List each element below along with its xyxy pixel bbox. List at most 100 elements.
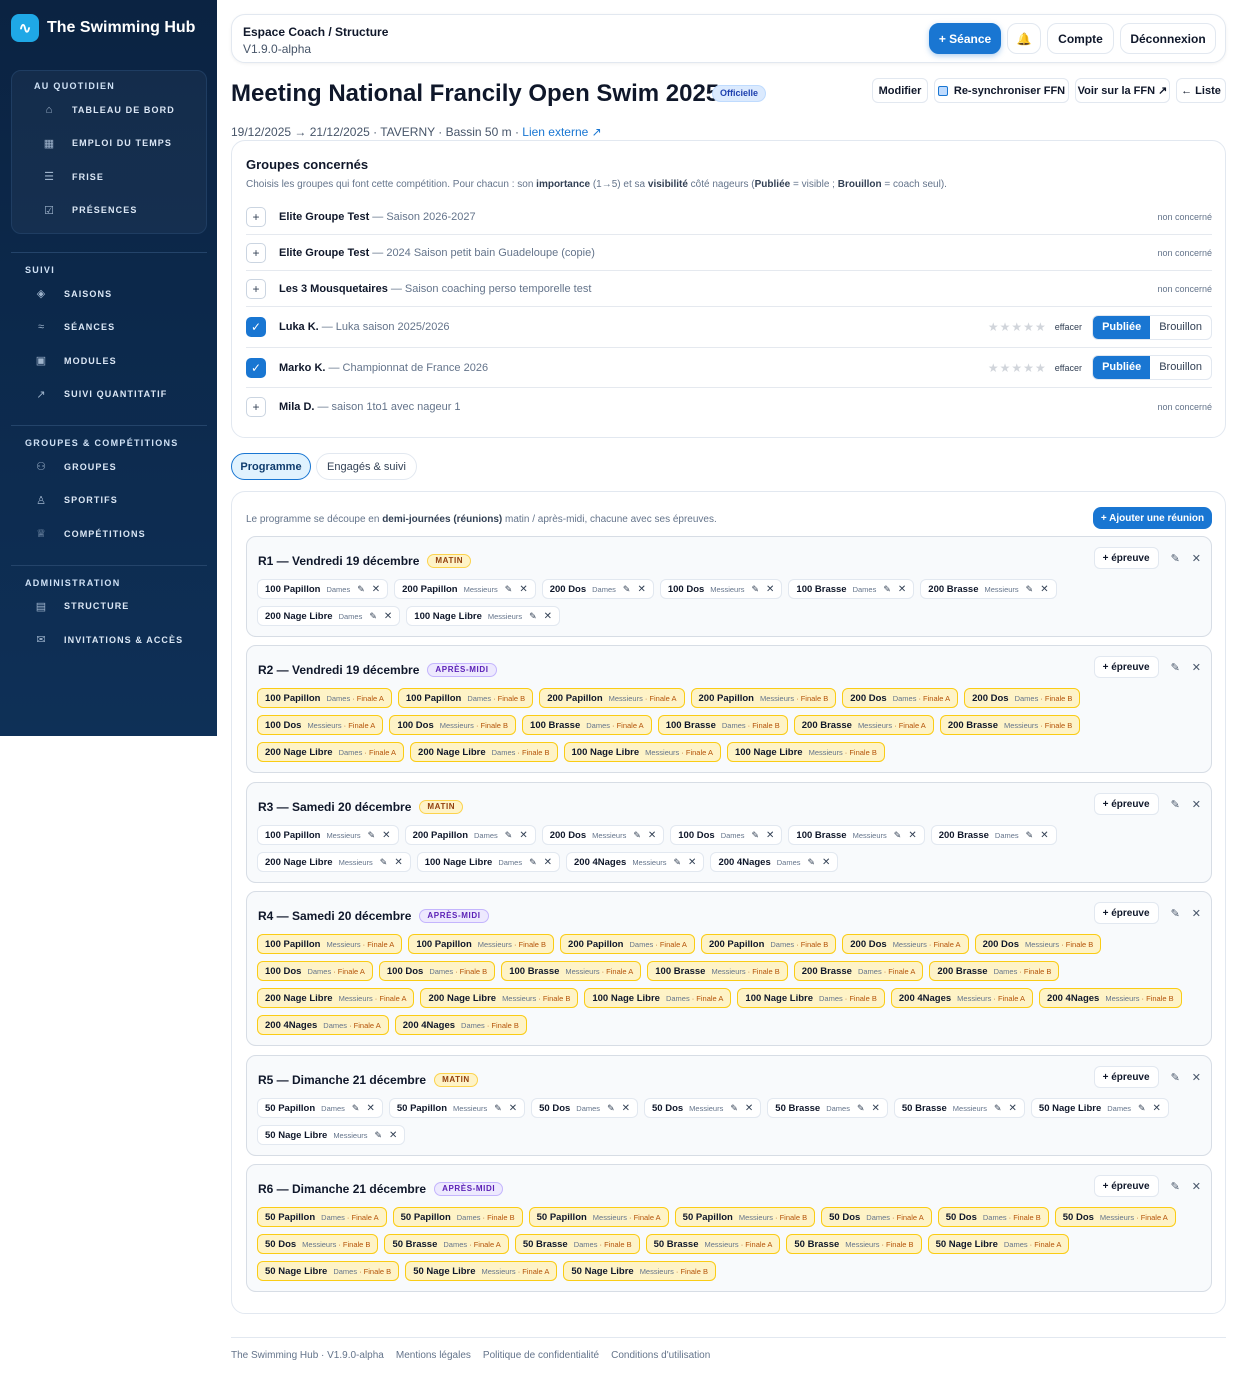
event-chip[interactable]: 200 4Nages Messieurs · Finale B [1039, 988, 1182, 1008]
add-event-button[interactable]: + épreuve [1093, 793, 1159, 815]
event-chip[interactable]: 200 Dos Dames · Finale A [842, 688, 959, 708]
event-chip[interactable]: 200 Dos Messieurs · Finale B [974, 934, 1102, 954]
event-chip[interactable]: 50 Nage Libre Messieurs · Finale A [405, 1261, 558, 1281]
event-chip[interactable]: 50 Papillon Dames · Finale A [257, 1207, 387, 1227]
pencil-icon[interactable]: ✎ [505, 830, 513, 841]
event-chip[interactable]: 200 Dos Dames · Finale B [964, 688, 1081, 708]
close-icon[interactable]: ✕ [382, 830, 390, 841]
event-chip[interactable]: 100 Brasse Dames ✎ ✕ [788, 579, 915, 599]
event-chip[interactable]: 50 Brasse Messieurs ✎ ✕ [893, 1098, 1025, 1118]
event-chip[interactable]: 100 Brasse Dames · Finale A [522, 715, 652, 735]
event-chip[interactable]: 100 Papillon Messieurs · Finale B [408, 934, 555, 954]
add-event-button[interactable]: + épreuve [1093, 1066, 1159, 1088]
add-event-button[interactable]: + épreuve [1093, 1175, 1159, 1197]
brand[interactable]: ∿ The Swimming Hub [0, 0, 217, 56]
pencil-icon[interactable]: ✎ [857, 1103, 865, 1114]
close-icon[interactable]: ✕ [637, 584, 645, 595]
pencil-icon[interactable]: ✎ [505, 584, 513, 595]
close-icon[interactable]: ✕ [1009, 1103, 1017, 1114]
event-chip[interactable]: 100 Nage Libre Messieurs ✎ ✕ [406, 606, 561, 626]
event-chip[interactable]: 200 Nage Libre Messieurs · Finale B [420, 988, 579, 1008]
pencil-icon[interactable]: ✎ [623, 584, 631, 595]
pencil-icon[interactable]: ✎ [808, 857, 816, 868]
event-chip[interactable]: 200 Brasse Dames ✎ ✕ [930, 825, 1057, 845]
event-chip[interactable]: 50 Nage Libre Dames · Finale B [257, 1261, 400, 1281]
close-icon[interactable]: ✕ [688, 857, 696, 868]
add-event-button[interactable]: + épreuve [1093, 902, 1159, 924]
event-chip[interactable]: 100 Nage Libre Dames · Finale A [584, 988, 732, 1008]
event-chip[interactable]: 200 Brasse Dames · Finale B [929, 961, 1060, 981]
bell-icon[interactable]: 🔔 [1007, 23, 1041, 54]
event-chip[interactable]: 200 Nage Libre Messieurs · Finale A [257, 988, 415, 1008]
pencil-icon[interactable]: ✎ [633, 830, 641, 841]
event-chip[interactable]: 100 Nage Libre Messieurs · Finale B [726, 742, 885, 762]
importance-stars[interactable]: ★★★★★ [988, 361, 1047, 375]
close-icon[interactable]: ✕ [1192, 661, 1201, 674]
event-chip[interactable]: 100 Brasse Dames · Finale B [657, 715, 788, 735]
checkbox-checked[interactable]: ✓ [246, 357, 266, 378]
close-icon[interactable]: ✕ [766, 584, 774, 595]
event-chip[interactable]: 50 Papillon Dames ✎ ✕ [257, 1098, 383, 1118]
close-icon[interactable]: ✕ [519, 830, 527, 841]
pencil-icon[interactable]: ✎ [1171, 552, 1180, 565]
event-chip[interactable]: 200 Papillon Messieurs · Finale B [690, 688, 837, 708]
add-group-checkbox[interactable]: + [246, 206, 266, 227]
close-icon[interactable]: ✕ [394, 857, 402, 868]
close-icon[interactable]: ✕ [1192, 907, 1201, 920]
add-event-button[interactable]: + épreuve [1093, 547, 1159, 569]
pencil-icon[interactable]: ✎ [894, 830, 902, 841]
close-icon[interactable]: ✕ [745, 1103, 753, 1114]
pencil-icon[interactable]: ✎ [529, 857, 537, 868]
event-chip[interactable]: 50 Nage Libre Messieurs ✎ ✕ [257, 1125, 406, 1145]
clear-importance-button[interactable]: effacer [1055, 363, 1082, 373]
pencil-icon[interactable]: ✎ [369, 611, 377, 622]
close-icon[interactable]: ✕ [898, 584, 906, 595]
pencil-icon[interactable]: ✎ [607, 1103, 615, 1114]
external-link[interactable]: Lien externe ↗ [522, 125, 601, 139]
event-chip[interactable]: 200 Brasse Messieurs ✎ ✕ [920, 579, 1057, 599]
event-chip[interactable]: 50 Dos Dames · Finale A [821, 1207, 932, 1227]
pencil-icon[interactable]: ✎ [380, 857, 388, 868]
event-chip[interactable]: 100 Dos Dames · Finale A [257, 961, 373, 981]
close-icon[interactable]: ✕ [1192, 552, 1201, 565]
sidebar-item-emploi-du-temps[interactable]: ▦ EMPLOI DU TEMPS [12, 127, 206, 161]
event-chip[interactable]: 50 Dos Messieurs ✎ ✕ [644, 1098, 762, 1118]
draft-button[interactable]: Brouillon [1150, 316, 1211, 339]
close-icon[interactable]: ✕ [366, 1103, 374, 1114]
sidebar-item-sportifs[interactable]: ♙ SPORTIFS [0, 484, 217, 518]
event-chip[interactable]: 100 Nage Libre Dames ✎ ✕ [416, 852, 561, 872]
event-chip[interactable]: 200 Nage Libre Dames · Finale A [257, 742, 405, 762]
event-chip[interactable]: 100 Dos Messieurs ✎ ✕ [659, 579, 783, 599]
pencil-icon[interactable]: ✎ [1171, 1180, 1180, 1193]
sidebar-item-saisons[interactable]: ◈ SAISONS [0, 277, 217, 311]
event-chip[interactable]: 200 Brasse Messieurs · Finale B [939, 715, 1081, 735]
event-chip[interactable]: 100 Brasse Messieurs · Finale A [501, 961, 642, 981]
pencil-icon[interactable]: ✎ [352, 1103, 360, 1114]
event-chip[interactable]: 50 Papillon Dames · Finale B [392, 1207, 523, 1227]
event-chip[interactable]: 100 Papillon Messieurs · Finale A [257, 934, 403, 954]
pencil-icon[interactable]: ✎ [357, 584, 365, 595]
pencil-icon[interactable]: ✎ [529, 611, 537, 622]
close-icon[interactable]: ✕ [509, 1103, 517, 1114]
sidebar-item-groupes[interactable]: ⚇ GROUPES [0, 450, 217, 484]
pencil-icon[interactable]: ✎ [368, 830, 376, 841]
pencil-icon[interactable]: ✎ [1026, 830, 1034, 841]
sidebar-item-tableau-de-bord[interactable]: ⌂ TABLEAU DE BORD [12, 93, 206, 127]
pencil-icon[interactable]: ✎ [1171, 798, 1180, 811]
sidebar-item-séances[interactable]: ≈ SÉANCES [0, 311, 217, 345]
pencil-icon[interactable]: ✎ [1138, 1103, 1146, 1114]
event-chip[interactable]: 200 4Nages Messieurs · Finale A [890, 988, 1034, 1008]
footer-link-privacy[interactable]: Politique de confidentialité [483, 1350, 599, 1361]
close-icon[interactable]: ✕ [822, 857, 830, 868]
footer-link-terms[interactable]: Conditions d'utilisation [611, 1350, 710, 1361]
tab-engages[interactable]: Engagés & suivi [316, 453, 417, 480]
close-icon[interactable]: ✕ [544, 611, 552, 622]
event-chip[interactable]: 200 Brasse Messieurs · Finale A [793, 715, 934, 735]
draft-button[interactable]: Brouillon [1150, 356, 1211, 379]
event-chip[interactable]: 200 Dos Dames ✎ ✕ [541, 579, 654, 599]
sidebar-item-structure[interactable]: ▤ STRUCTURE [0, 590, 217, 624]
tab-programme[interactable]: Programme [231, 453, 311, 480]
add-group-checkbox[interactable]: + [246, 278, 266, 299]
event-chip[interactable]: 50 Papillon Messieurs ✎ ✕ [388, 1098, 526, 1118]
event-chip[interactable]: 50 Dos Dames ✎ ✕ [531, 1098, 638, 1118]
